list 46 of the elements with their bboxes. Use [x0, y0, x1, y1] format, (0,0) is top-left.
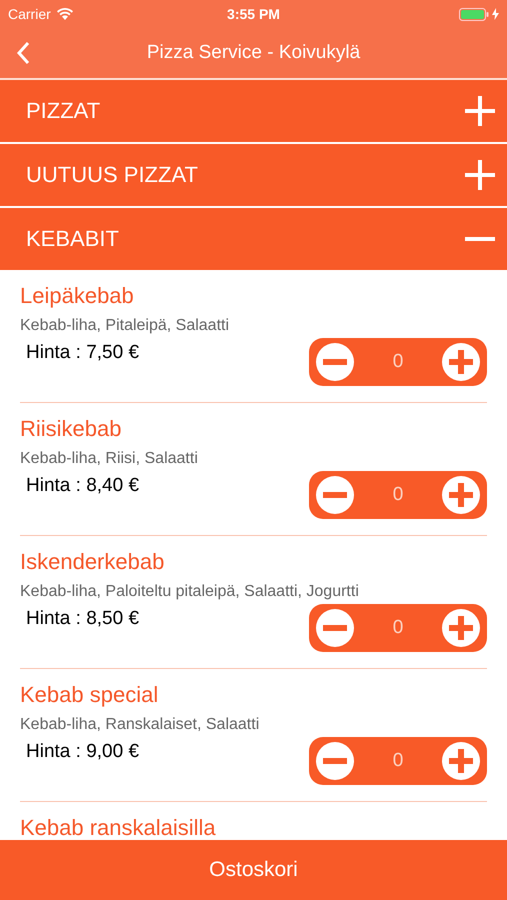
- item-name: Kebab ranskalaisilla: [20, 814, 217, 840]
- item-name: Iskenderkebab: [20, 548, 166, 576]
- decrease-button[interactable]: [316, 742, 354, 780]
- back-icon: [16, 41, 30, 65]
- plus-icon: [442, 343, 480, 381]
- minus-icon: [316, 343, 354, 381]
- increase-button[interactable]: [442, 609, 480, 647]
- quantity-value: 0: [392, 617, 404, 639]
- carrier-label: Carrier: [8, 6, 51, 22]
- item-description: Kebab-liha, Paloiteltu pitaleipä, Salaatti, Jogurtti: [20, 582, 360, 602]
- quantity-value: 0: [392, 750, 404, 772]
- item-price: Hinta : 9,00 €: [26, 741, 140, 763]
- minus-icon: [316, 742, 354, 780]
- category-header[interactable]: UUTUUS PIZZAT: [0, 144, 507, 206]
- category-header[interactable]: KEBABIT: [0, 208, 507, 270]
- nav-title: Pizza Service - Koivukylä: [146, 42, 360, 64]
- item-description: Kebab-liha, Riisi, Salaatti: [20, 449, 199, 469]
- item-price: Hinta : 8,40 €: [26, 475, 140, 497]
- item-description: Kebab-liha, Ranskalaiset, Salaatti: [20, 715, 260, 735]
- minus-icon: [316, 476, 354, 514]
- category-label: UUTUUS PIZZAT: [26, 162, 199, 188]
- plus-icon: [442, 609, 480, 647]
- quantity-value: 0: [392, 351, 404, 373]
- decrease-button[interactable]: [316, 476, 354, 514]
- category-label: PIZZAT: [26, 98, 102, 124]
- category-label: KEBABIT: [26, 226, 120, 252]
- status-time: 3:55 PM: [227, 6, 280, 22]
- wifi-icon: [56, 8, 73, 20]
- minus-icon: [316, 609, 354, 647]
- item-price: Hinta : 7,50 €: [26, 342, 140, 364]
- quantity-value: 0: [392, 484, 404, 506]
- item-description: Kebab-liha, Pitaleipä, Salaatti: [20, 316, 230, 336]
- decrease-button[interactable]: [316, 609, 354, 647]
- increase-button[interactable]: [442, 343, 480, 381]
- plus-icon: [442, 476, 480, 514]
- item-price: Hinta : 8,50 €: [26, 608, 140, 630]
- item-name: Riisikebab: [20, 415, 122, 443]
- plus-icon: [442, 742, 480, 780]
- decrease-button[interactable]: [316, 343, 354, 381]
- item-name: Kebab special: [20, 681, 160, 709]
- increase-button[interactable]: [442, 476, 480, 514]
- category-header[interactable]: PIZZAT: [0, 80, 507, 142]
- cart-button[interactable]: Ostoskori: [0, 840, 507, 900]
- increase-button[interactable]: [442, 742, 480, 780]
- battery-icon: [459, 8, 489, 20]
- item-name: Leipäkebab: [20, 282, 135, 310]
